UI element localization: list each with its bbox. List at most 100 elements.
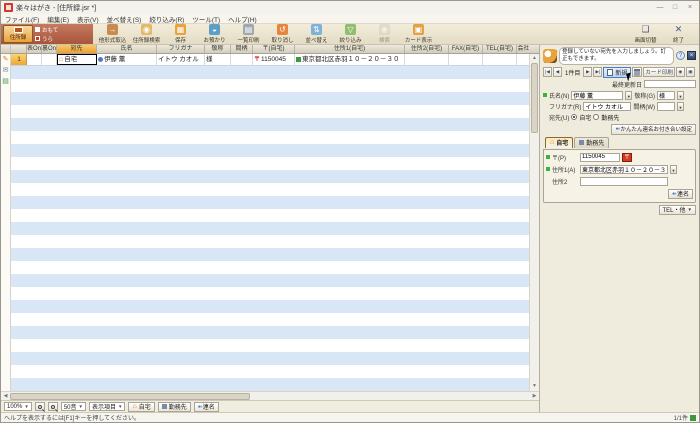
- vertical-scrollbar[interactable]: ▲ ▼: [529, 54, 539, 391]
- table-cell[interactable]: イトウ カオル: [157, 54, 205, 65]
- address1-dropdown-icon[interactable]: ▼: [670, 165, 677, 174]
- scroll-down-icon[interactable]: ▼: [530, 382, 539, 391]
- menu-item[interactable]: 編集(E): [47, 14, 69, 24]
- rail-icon[interactable]: ▤: [2, 78, 9, 85]
- next-record-button[interactable]: ▶: [583, 67, 592, 77]
- table-cell[interactable]: 東京都北区赤羽１０－２０－３０: [295, 54, 405, 65]
- joint-names-button[interactable]: ● 連名: [194, 402, 219, 412]
- name-dropdown-icon[interactable]: ▼: [625, 91, 632, 100]
- address1-field[interactable]: [580, 165, 668, 174]
- table-row[interactable]: 1 ⌂自宅伊藤 薫イトウ カオル様 〒1150045東京都北区赤羽１０－２０－３０: [11, 54, 529, 66]
- toolbar-button[interactable]: ◉住所録検索: [130, 24, 163, 44]
- toolbar-button[interactable]: →他形式取込: [96, 24, 129, 44]
- table-cell[interactable]: [449, 54, 483, 65]
- address-book-button[interactable]: 住所録: [3, 25, 33, 43]
- prev-record-button[interactable]: ◀: [553, 67, 562, 77]
- new-record-button[interactable]: 新規: [603, 67, 631, 78]
- menu-item[interactable]: 絞り込み(R): [149, 14, 184, 24]
- scroll-left-icon[interactable]: ◀: [1, 393, 10, 399]
- first-record-button[interactable]: |◀: [543, 67, 552, 77]
- home-view-button[interactable]: ⌂ 自宅: [128, 402, 154, 412]
- table-cell[interactable]: 様: [205, 54, 231, 65]
- home-radio[interactable]: 自宅: [571, 113, 591, 122]
- maximize-icon[interactable]: □: [669, 4, 681, 11]
- column-header[interactable]: FAX(自宅): [449, 45, 483, 53]
- delete-record-button[interactable]: [632, 67, 642, 77]
- tel-etc-button[interactable]: TEL・他 ▼: [659, 205, 696, 215]
- toolbar-button[interactable]: ⇅並べ替え: [300, 24, 333, 44]
- table-cell[interactable]: [483, 54, 517, 65]
- column-header[interactable]: 敬称: [205, 45, 231, 53]
- furigana-field[interactable]: [583, 102, 631, 111]
- zoom-select[interactable]: 100% ▼: [4, 402, 32, 411]
- display-columns-select[interactable]: 表示項目 ▼: [89, 402, 125, 411]
- menu-item[interactable]: 並べ替え(S): [107, 14, 142, 24]
- last-record-button[interactable]: ▶|: [593, 67, 602, 77]
- search-record-button[interactable]: ◉: [676, 67, 685, 77]
- table-cell[interactable]: ⌂自宅: [57, 54, 97, 65]
- honorific-field[interactable]: [657, 91, 675, 100]
- toolbar-button[interactable]: ▦保存: [164, 24, 197, 44]
- honorific-dropdown-icon[interactable]: ▼: [677, 91, 684, 100]
- toolbar-button[interactable]: ▣カード表示: [402, 24, 435, 44]
- work-view-button[interactable]: 勤務先: [158, 402, 191, 412]
- back-toggle[interactable]: うら: [35, 35, 58, 43]
- zoom-in-button[interactable]: [48, 402, 58, 411]
- minimize-icon[interactable]: —: [654, 4, 666, 11]
- toolbar-button[interactable]: ▽絞り込み: [334, 24, 367, 44]
- scroll-up-icon[interactable]: ▲: [530, 54, 539, 63]
- column-header[interactable]: 裏On: [42, 45, 57, 53]
- vertical-scroll-thumb[interactable]: [531, 63, 538, 133]
- card-print-button[interactable]: カード印刷: [643, 67, 675, 77]
- scroll-right-icon[interactable]: ▶: [530, 393, 539, 399]
- address2-field[interactable]: [580, 177, 668, 186]
- rail-icon[interactable]: ✎: [3, 56, 9, 63]
- column-header[interactable]: [11, 45, 27, 53]
- help-icon[interactable]: ?: [676, 51, 685, 60]
- table-cell[interactable]: 1: [11, 54, 27, 65]
- easy-setting-button[interactable]: ● かんたん連名お付き合い設定: [611, 124, 696, 135]
- relation-dropdown-icon[interactable]: ▼: [677, 102, 684, 111]
- copy-record-button[interactable]: ▣: [686, 67, 695, 77]
- table-cell[interactable]: [42, 54, 57, 65]
- table-cell[interactable]: [27, 54, 42, 65]
- tab-home[interactable]: ⌂ 自宅: [545, 137, 573, 148]
- zip-field[interactable]: [580, 153, 620, 162]
- column-header[interactable]: 住所2(自宅): [405, 45, 449, 53]
- menu-item[interactable]: ヘルプ(H): [228, 14, 257, 24]
- exit-button[interactable]: ✕ 終了: [662, 24, 695, 44]
- column-header[interactable]: 氏名: [97, 45, 157, 53]
- zip-lookup-icon[interactable]: 〒: [622, 153, 632, 162]
- front-toggle[interactable]: おもて: [35, 26, 58, 34]
- horizontal-scroll-thumb[interactable]: [10, 393, 250, 400]
- close-icon[interactable]: ×: [684, 4, 696, 11]
- tab-work[interactable]: 勤務先: [574, 137, 609, 148]
- column-header[interactable]: 宛先: [57, 45, 97, 53]
- menu-item[interactable]: ファイル(F): [5, 14, 39, 24]
- screen-switch-button[interactable]: ❏ 画面切替: [629, 24, 662, 44]
- toolbar-button[interactable]: ▤一覧印刷: [232, 24, 265, 44]
- toolbar-button[interactable]: ◒お預かり: [198, 24, 231, 44]
- table-cell[interactable]: 伊藤 薫: [97, 54, 157, 65]
- toolbar-button[interactable]: ↺取り消し: [266, 24, 299, 44]
- joint-button[interactable]: ● 連名: [668, 189, 693, 199]
- assistant-close-icon[interactable]: ×: [687, 51, 696, 60]
- kana-filter-select[interactable]: 50音 ▼: [61, 402, 86, 411]
- column-header[interactable]: 表On: [27, 45, 42, 53]
- menu-item[interactable]: 表示(V): [77, 14, 99, 24]
- table-cell[interactable]: [405, 54, 449, 65]
- table-cell[interactable]: 〒1150045: [253, 54, 295, 65]
- table-cell[interactable]: [231, 54, 253, 65]
- column-header[interactable]: フリガナ: [157, 45, 205, 53]
- column-header[interactable]: 会社名: [517, 45, 529, 53]
- column-header[interactable]: 間柄: [231, 45, 253, 53]
- column-header[interactable]: TEL(自宅): [483, 45, 517, 53]
- rail-icon[interactable]: ✉: [3, 67, 9, 74]
- zoom-out-button[interactable]: [35, 402, 45, 411]
- relation-field[interactable]: [657, 102, 675, 111]
- column-header[interactable]: 住所1(自宅): [295, 45, 405, 53]
- work-radio[interactable]: 勤務先: [593, 113, 619, 122]
- name-field[interactable]: [571, 91, 623, 100]
- menu-item[interactable]: ツール(T): [192, 14, 220, 24]
- horizontal-scrollbar[interactable]: ◀ ▶: [1, 391, 539, 400]
